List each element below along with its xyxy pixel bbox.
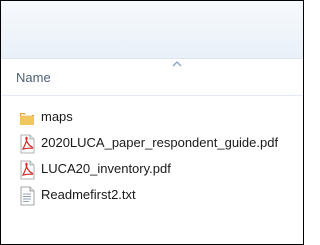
- text-file-icon: [20, 186, 35, 206]
- sort-ascending-icon: [172, 61, 182, 67]
- file-row-readme[interactable]: Readmefirst2.txt: [1, 183, 303, 209]
- file-row-inventory[interactable]: LUCA20_inventory.pdf: [1, 157, 303, 183]
- folder-icon: [20, 113, 34, 125]
- pdf-file-icon: [20, 160, 35, 180]
- file-row-maps[interactable]: maps: [1, 105, 303, 131]
- file-name: Readmefirst2.txt: [41, 187, 136, 202]
- name-column-header[interactable]: Name: [16, 70, 51, 85]
- toolbar: [1, 1, 303, 59]
- file-row-respondent-guide[interactable]: 2020LUCA_paper_respondent_guide.pdf: [1, 131, 303, 157]
- pdf-file-icon: [20, 134, 35, 154]
- column-header-row[interactable]: Name: [1, 59, 303, 96]
- explorer-window: Name maps 2020LUCA_paper_respondent_guid…: [0, 0, 304, 245]
- file-name: LUCA20_inventory.pdf: [41, 161, 171, 176]
- file-name: maps: [41, 109, 73, 124]
- file-name: 2020LUCA_paper_respondent_guide.pdf: [41, 135, 279, 150]
